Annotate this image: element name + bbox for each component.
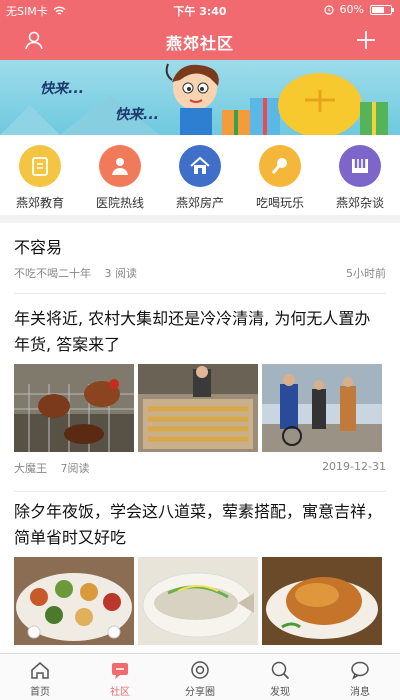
house-icon [179, 145, 221, 187]
shortcut-label: 燕郊杂谈 [335, 196, 384, 210]
post-time: 2019-12-31 [322, 460, 386, 473]
community-icon [112, 663, 128, 679]
post-author: 不吃不喝二十年 [14, 267, 91, 280]
post-image-roast-chicken [262, 557, 382, 645]
tab-label: 首页 [30, 687, 50, 698]
post-image-chickens [14, 364, 134, 452]
nav-bar: 燕郊社区 [0, 20, 400, 60]
shortcut-hospital[interactable]: 医院热线 [80, 135, 160, 215]
alarm-icon [323, 4, 334, 15]
discover-icon [271, 661, 290, 680]
shortcut-education[interactable]: 燕郊教育 [0, 135, 80, 215]
banner-text-1: 快来... [40, 81, 84, 97]
post-title: 不容易 [14, 238, 63, 257]
battery-icon [370, 4, 394, 15]
shortcut-label: 医院热线 [95, 196, 144, 210]
status-bar: 无SIM卡 下午 3:40 60% [0, 0, 400, 20]
tab-bar: 首页 社区 分享圈 发现 消息 [0, 653, 400, 700]
tab-label: 分享圈 [185, 687, 215, 698]
shortcut-talk[interactable]: 燕郊杂谈 [320, 135, 400, 215]
plus-icon [357, 31, 375, 49]
tab-community[interactable]: 社区 [80, 654, 160, 700]
shortcut-label: 燕郊教育 [15, 196, 64, 210]
shortcut-label: 燕郊房产 [175, 196, 224, 210]
tab-label: 发现 [270, 687, 290, 698]
post-item[interactable]: 年关将近, 农村大集却还是冷冷清清, 为何无人置办年货, 答案来了 大魔王 7阅… [0, 306, 400, 476]
add-button[interactable] [352, 26, 380, 54]
post-feed: 不容易 不吃不喝二十年 3 阅读 5小时前 年关将近, 农村大集却还是冷冷清清,… [0, 223, 400, 653]
banner-text-2: 快来... [115, 107, 159, 123]
divider [14, 491, 386, 492]
post-item[interactable]: 不容易 不吃不喝二十年 3 阅读 5小时前 [0, 235, 400, 281]
tab-discover[interactable]: 发现 [240, 654, 320, 700]
tab-label: 消息 [350, 687, 370, 698]
tab-messages[interactable]: 消息 [320, 654, 400, 700]
post-image-street [262, 364, 382, 452]
battery-percent: 60% [339, 3, 364, 16]
tab-label: 社区 [110, 687, 130, 698]
post-title: 年关将近, 农村大集却还是冷冷清清, 为何无人置办年货, 答案来了 [14, 309, 371, 354]
tab-home[interactable]: 首页 [0, 654, 80, 700]
page-title: 燕郊社区 [165, 34, 234, 53]
post-image-fish [138, 557, 258, 645]
category-shortcuts: 燕郊教育 医院热线 燕郊房产 吃喝玩乐 燕郊杂谈 [0, 135, 400, 215]
promo-banner[interactable]: 快来... 快来... [0, 60, 400, 135]
post-author: 大魔王 [14, 462, 47, 475]
education-icon [19, 145, 61, 187]
piano-icon [339, 145, 381, 187]
divider [14, 293, 386, 294]
post-image-market [138, 364, 258, 452]
post-title: 除夕年夜饭，学会这八道菜，荤素搭配，寓意吉祥，简单省时又好吃 [14, 502, 383, 547]
shortcut-housing[interactable]: 燕郊房产 [160, 135, 240, 215]
shortcut-label: 吃喝玩乐 [255, 196, 304, 210]
microphone-icon [259, 145, 301, 187]
doctor-icon [99, 145, 141, 187]
post-time: 5小时前 [346, 267, 386, 280]
post-image-banquet [14, 557, 134, 645]
message-icon [351, 661, 369, 680]
post-reads: 3 阅读 [104, 267, 138, 280]
tab-share-circle[interactable]: 分享圈 [160, 654, 240, 700]
home-icon [31, 662, 49, 679]
share-circle-icon [191, 661, 209, 679]
shortcut-entertainment[interactable]: 吃喝玩乐 [240, 135, 320, 215]
post-reads: 7阅读 [60, 462, 90, 475]
post-item[interactable]: 除夕年夜饭，学会这八道菜，荤素搭配，寓意吉祥，简单省时又好吃 [0, 499, 400, 645]
